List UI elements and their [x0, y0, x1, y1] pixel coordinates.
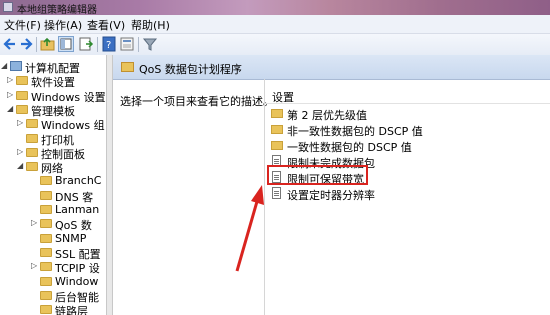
group-policy-editor-window: 本地组策略编辑器 文件(F) 操作(A) 查看(V) 帮助(H) ? ◢ 计算机… [0, 0, 550, 315]
annotation-arrow [235, 185, 264, 272]
